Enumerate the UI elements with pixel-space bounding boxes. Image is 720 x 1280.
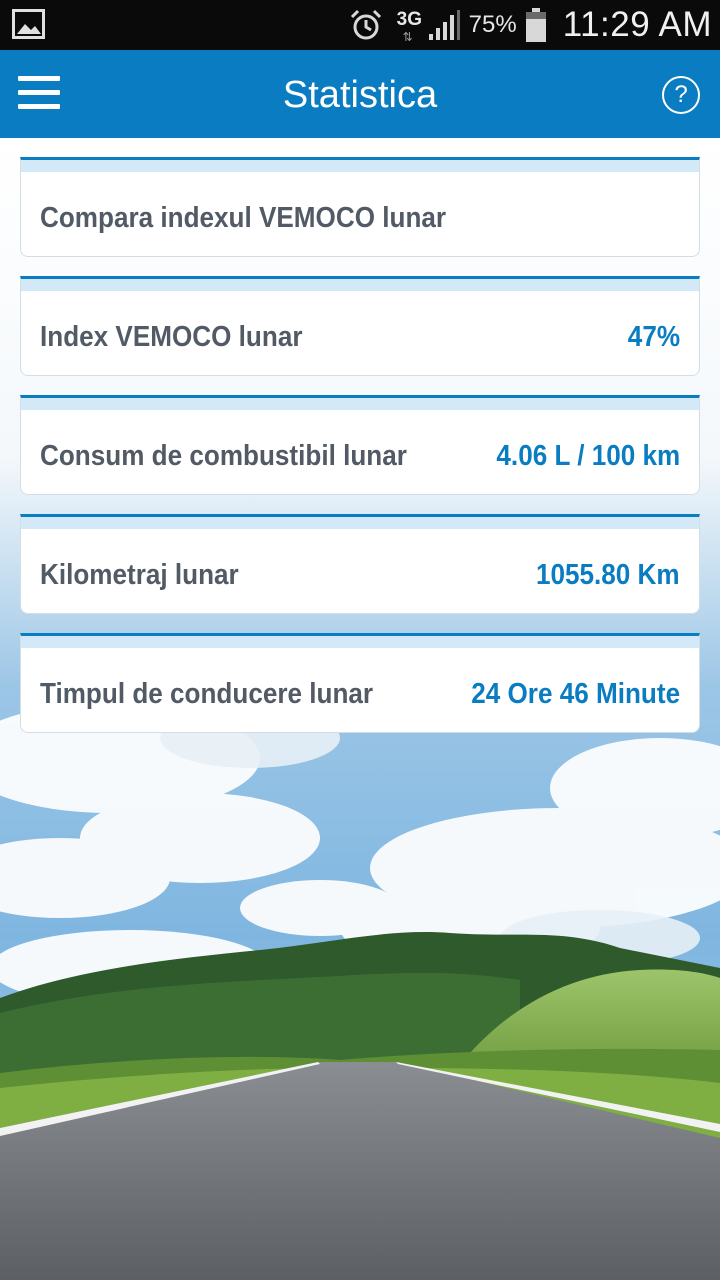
stat-label: Index VEMOCO lunar — [40, 321, 303, 353]
alarm-icon — [350, 9, 381, 40]
status-bar: 3G ⇅ 75% 11:29 AM — [0, 0, 720, 50]
stat-label: Timpul de conducere lunar — [40, 678, 374, 710]
page-title: Statistica — [282, 74, 438, 116]
clock-time: 11:29 AM — [562, 5, 712, 44]
stat-label: Compara indexul VEMOCO lunar — [40, 202, 447, 234]
signal-icon — [428, 10, 460, 40]
stat-value: 47% — [627, 321, 680, 353]
stat-card-driving-time[interactable]: Timpul de conducere lunar 24 Ore 46 Minu… — [20, 633, 700, 733]
battery-percent: 75% — [468, 11, 517, 38]
stat-label: Kilometraj lunar — [40, 559, 239, 591]
network-type-label: 3G — [396, 9, 423, 30]
stat-card-vemoco-index[interactable]: Index VEMOCO lunar 47% — [20, 276, 700, 376]
help-button[interactable]: ? — [662, 76, 700, 114]
gallery-icon — [12, 9, 45, 39]
stat-value: 1055.80 Km — [536, 559, 680, 591]
stat-card-mileage[interactable]: Kilometraj lunar 1055.80 Km — [20, 514, 700, 614]
stat-value: 24 Ore 46 Minute — [471, 678, 680, 710]
stat-value: 4.06 L / 100 km — [496, 440, 680, 472]
stat-card-fuel-consumption[interactable]: Consum de combustibil lunar 4.06 L / 100… — [20, 395, 700, 495]
network-type-indicator: 3G ⇅ — [397, 5, 423, 45]
battery-icon — [525, 8, 546, 42]
stat-card-compare-index[interactable]: Compara indexul VEMOCO lunar — [20, 157, 700, 257]
app-bar: Statistica ? — [0, 50, 720, 138]
hamburger-menu-icon[interactable] — [18, 76, 60, 112]
stat-label: Consum de combustibil lunar — [40, 440, 407, 472]
stats-list: Compara indexul VEMOCO lunar Index VEMOC… — [20, 157, 700, 752]
data-arrows-icon: ⇅ — [402, 30, 413, 44]
